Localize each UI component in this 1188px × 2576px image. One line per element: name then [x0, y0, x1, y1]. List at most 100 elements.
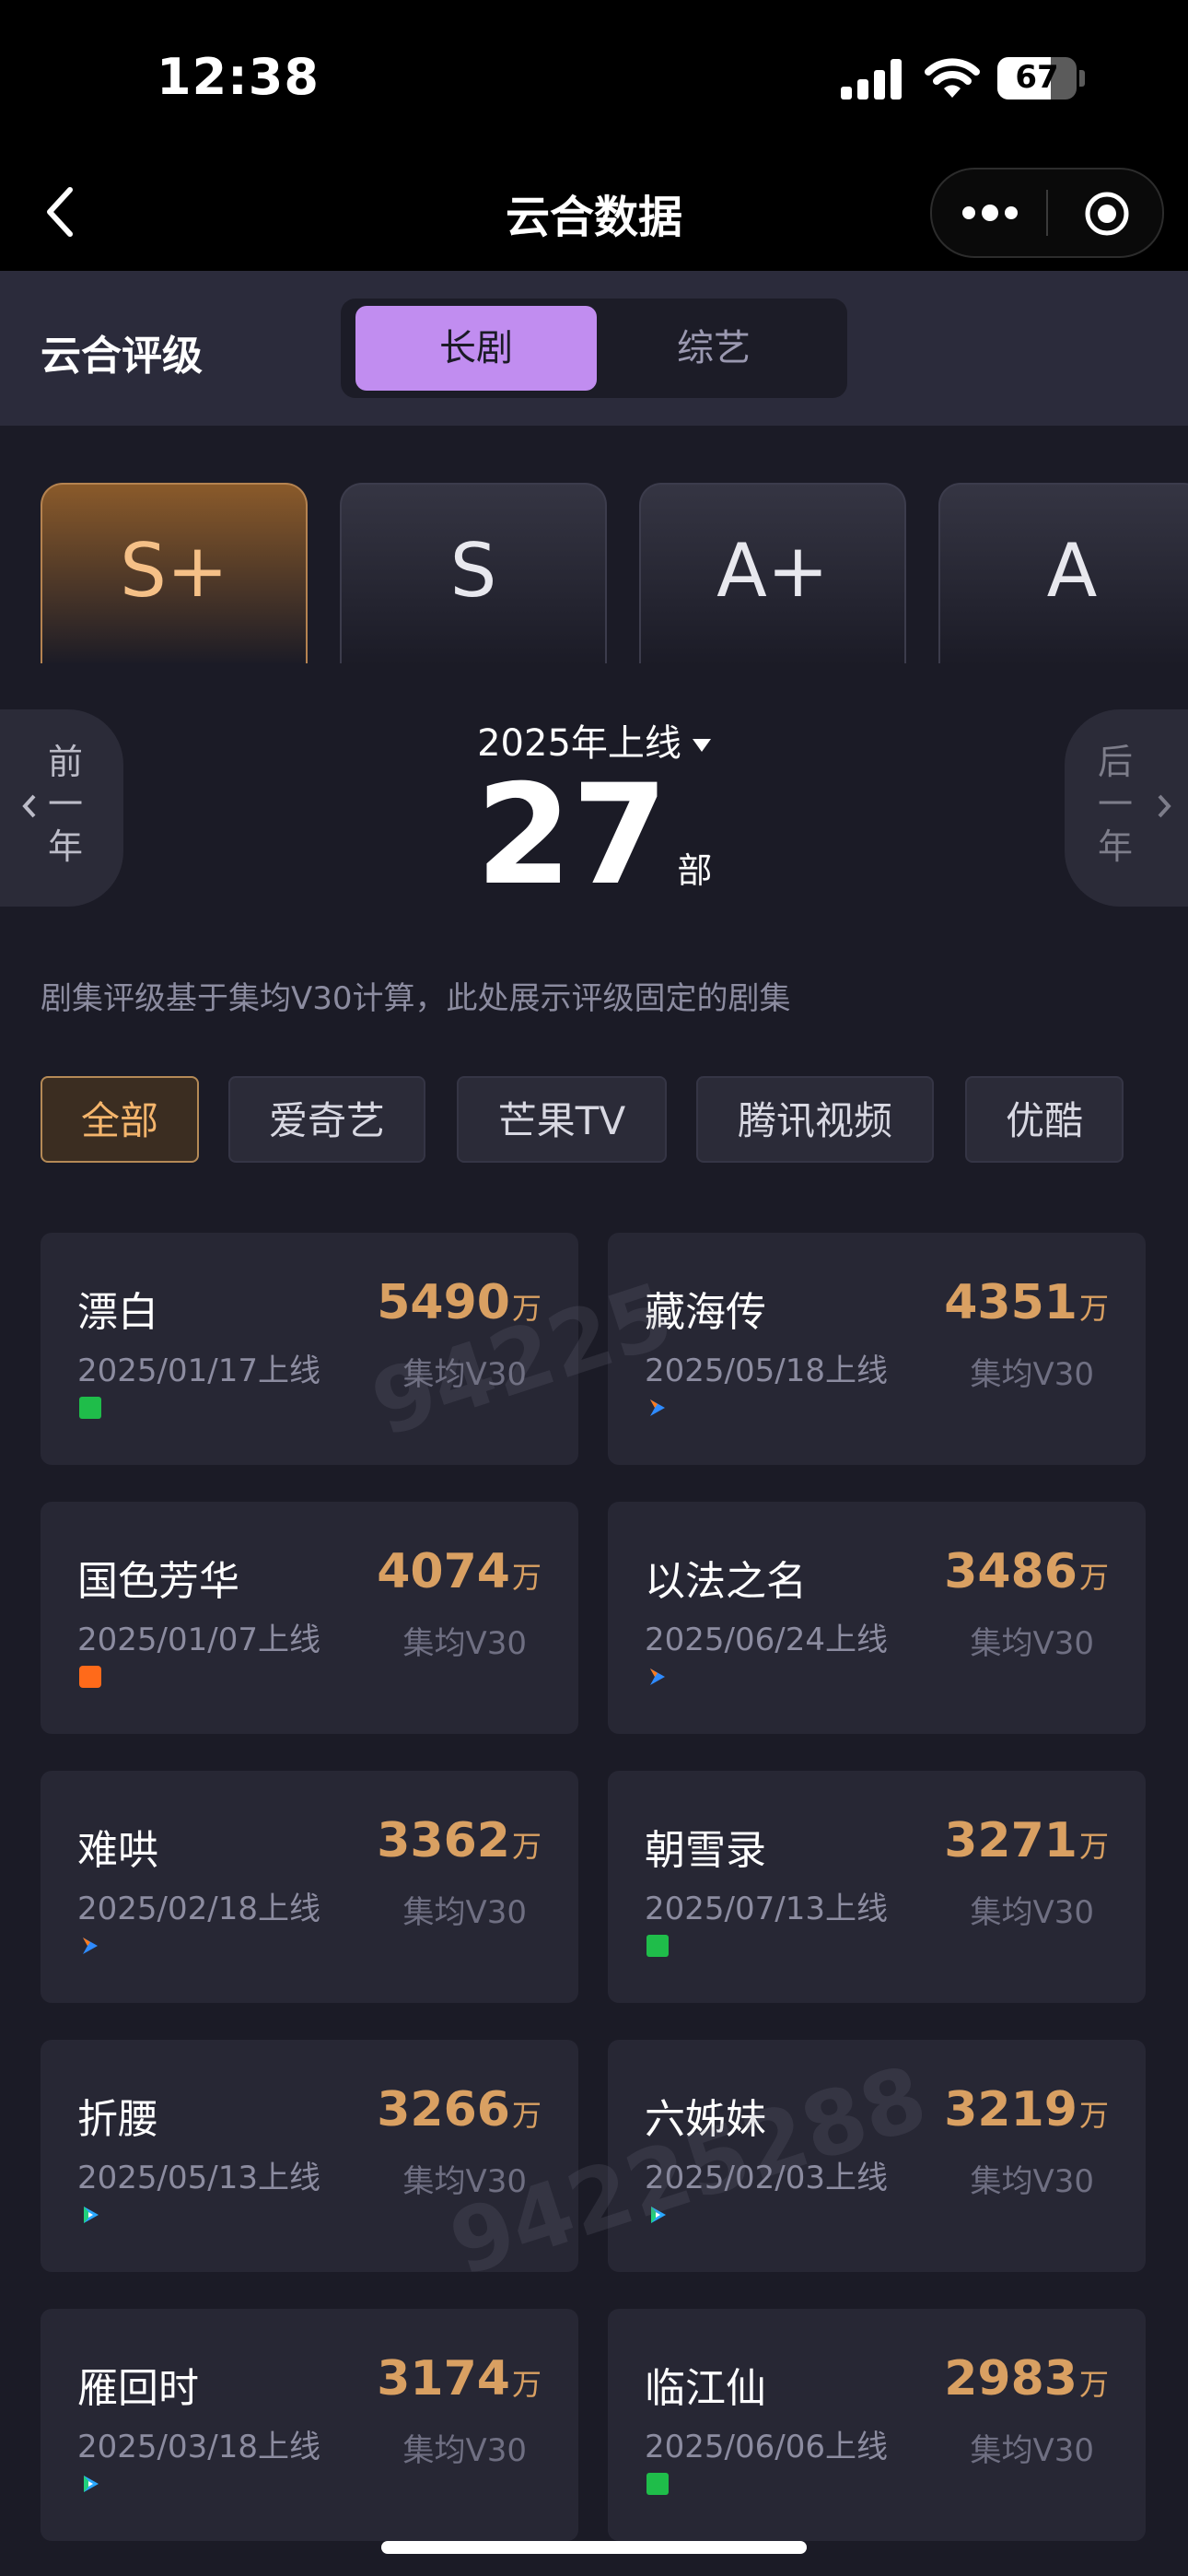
year-section: 前 一 年 2025年上线 27 部 后 一 年 [0, 700, 1188, 921]
wifi-icon [925, 58, 980, 98]
show-v30-value: 4074万 [377, 1544, 542, 1599]
youku-icon [646, 1397, 669, 1419]
metric-label: 集均V30 [402, 1625, 527, 1662]
status-bar: 12:38 67 [0, 0, 1188, 157]
tencent-video-icon [646, 2204, 669, 2226]
filter-youku[interactable]: 优酷 [965, 1076, 1124, 1163]
show-v30-value: 3174万 [377, 2351, 542, 2406]
show-release-date: 2025/02/03上线 [645, 2160, 888, 2196]
battery-icon: 67 [997, 57, 1077, 100]
show-card[interactable]: 折腰 2025/05/13上线 3266万 集均V30 [41, 2040, 578, 2272]
v30-number: 3271 [944, 1813, 1077, 1868]
metric-label: 集均V30 [402, 1356, 527, 1393]
rating-note: 剧集评级基于集均V30计算，此处展示评级固定的剧集 [41, 980, 791, 1017]
tab-variety[interactable]: 综艺 [593, 306, 834, 391]
metric-label: 集均V30 [402, 2432, 527, 2469]
home-indicator [381, 2541, 807, 2554]
tencent-video-icon [79, 2473, 101, 2495]
filter-tencent-video[interactable]: 腾讯视频 [696, 1076, 934, 1163]
show-release-date: 2025/01/07上线 [77, 1622, 320, 1658]
show-title: 国色芳华 [77, 1558, 239, 1605]
close-mini-program-icon[interactable] [1083, 190, 1131, 238]
show-release-date: 2025/01/17上线 [77, 1352, 320, 1389]
show-card[interactable]: 国色芳华 2025/01/07上线 4074万集均V30 [41, 1502, 578, 1734]
next-year-char: 一 [1098, 784, 1134, 825]
show-release-date: 2025/07/13上线 [645, 1891, 888, 1927]
v30-unit: 万 [511, 1829, 542, 1864]
metric-label: 集均V30 [970, 1625, 1094, 1662]
next-year-char: 年 [1098, 826, 1134, 867]
metric-label: 集均V30 [970, 2432, 1094, 2469]
rating-label: 云合评级 [41, 333, 203, 380]
v30-number: 5490 [377, 1275, 510, 1330]
v30-number: 3266 [377, 2082, 510, 2137]
tab-long-drama[interactable]: 长剧 [355, 306, 597, 391]
show-title: 六姊妹 [645, 2096, 766, 2143]
battery-level: 67 [1015, 59, 1059, 96]
show-card[interactable]: 临江仙 2025/06/06上线 2983万 集均V30 [608, 2309, 1146, 2541]
show-card[interactable]: 雁回时 2025/03/18上线 3174万 集均V30 [41, 2309, 578, 2541]
v30-unit: 万 [511, 2367, 542, 2402]
v30-unit: 万 [1078, 2367, 1109, 2402]
next-year-button[interactable]: 后 一 年 [1065, 709, 1188, 907]
show-card[interactable]: 以法之名 2025/06/24上线 3486万 集均V30 [608, 1502, 1146, 1734]
show-card[interactable]: 六姊妹 2025/02/03上线 3219万 集均V30 [608, 2040, 1146, 2272]
show-v30-value: 5490万 [377, 1275, 542, 1330]
v30-unit: 万 [1078, 2098, 1109, 2133]
grade-tab-a-plus[interactable]: A+ [639, 483, 906, 663]
grade-tabs: S+ S A+ A [0, 479, 1188, 663]
show-release-date: 2025/05/13上线 [77, 2160, 320, 2196]
show-v30-value: 3362万 [377, 1813, 542, 1868]
metric-label: 集均V30 [970, 2163, 1094, 2200]
youku-icon [646, 1666, 669, 1688]
tencent-video-icon [79, 2204, 101, 2226]
more-options-icon[interactable] [960, 197, 1020, 228]
show-card[interactable]: 藏海传 2025/05/18上线 4351万 集均V30 [608, 1233, 1146, 1465]
next-year-char: 后 [1098, 742, 1134, 782]
grade-tab-s-plus[interactable]: S+ [41, 483, 308, 663]
show-card[interactable]: 朝雪录 2025/07/13上线 3271万 集均V30 [608, 1771, 1146, 2003]
show-title: 以法之名 [645, 1558, 807, 1605]
v30-unit: 万 [1078, 1291, 1109, 1326]
youku-icon [79, 1935, 101, 1957]
caret-down-icon [692, 739, 711, 752]
show-card[interactable]: 漂白 2025/01/17上线 5490万 集均V30 [41, 1233, 578, 1465]
iqiyi-icon [646, 1935, 669, 1957]
show-count: 27 部 [0, 767, 1188, 905]
show-title: 朝雪录 [645, 1827, 766, 1874]
v30-number: 4351 [944, 1275, 1077, 1330]
status-time: 12:38 [157, 48, 320, 106]
rating-header: 云合评级 长剧 综艺 [0, 271, 1188, 426]
battery-tip [1079, 70, 1085, 87]
grade-tab-a[interactable]: A [938, 483, 1188, 663]
show-v30-value: 2983万 [944, 2351, 1109, 2406]
filter-all[interactable]: 全部 [41, 1076, 199, 1163]
mini-program-capsule [930, 168, 1164, 258]
show-v30-value: 3271万 [944, 1813, 1109, 1868]
grade-tab-s[interactable]: S [340, 483, 607, 663]
v30-number: 2983 [944, 2351, 1077, 2406]
filter-iqiyi[interactable]: 爱奇艺 [228, 1076, 425, 1163]
chevron-right-icon [1158, 794, 1171, 818]
show-title: 藏海传 [645, 1289, 766, 1336]
iqiyi-icon [79, 1397, 101, 1419]
filter-mango-tv[interactable]: 芒果TV [457, 1076, 667, 1163]
mango-tv-icon [79, 1666, 101, 1688]
show-title: 临江仙 [645, 2365, 766, 2412]
v30-unit: 万 [511, 1291, 542, 1326]
show-card[interactable]: 难哄 2025/02/18上线 3362万 集均V30 [41, 1771, 578, 2003]
v30-number: 4074 [377, 1544, 510, 1599]
v30-number: 3362 [377, 1813, 510, 1868]
show-title: 折腰 [77, 2096, 158, 2143]
show-v30-value: 4351万 [944, 1275, 1109, 1330]
v30-unit: 万 [511, 2098, 542, 2133]
show-release-date: 2025/05/18上线 [645, 1352, 888, 1389]
nav-bar: 云合数据 [0, 157, 1188, 271]
iqiyi-icon [646, 2473, 669, 2495]
show-title: 难哄 [77, 1827, 158, 1874]
cellular-signal-icon [841, 59, 909, 100]
show-title: 雁回时 [77, 2365, 199, 2412]
v30-unit: 万 [1078, 1829, 1109, 1864]
category-segmented-control: 长剧 综艺 [341, 299, 847, 398]
show-release-date: 2025/02/18上线 [77, 1891, 320, 1927]
